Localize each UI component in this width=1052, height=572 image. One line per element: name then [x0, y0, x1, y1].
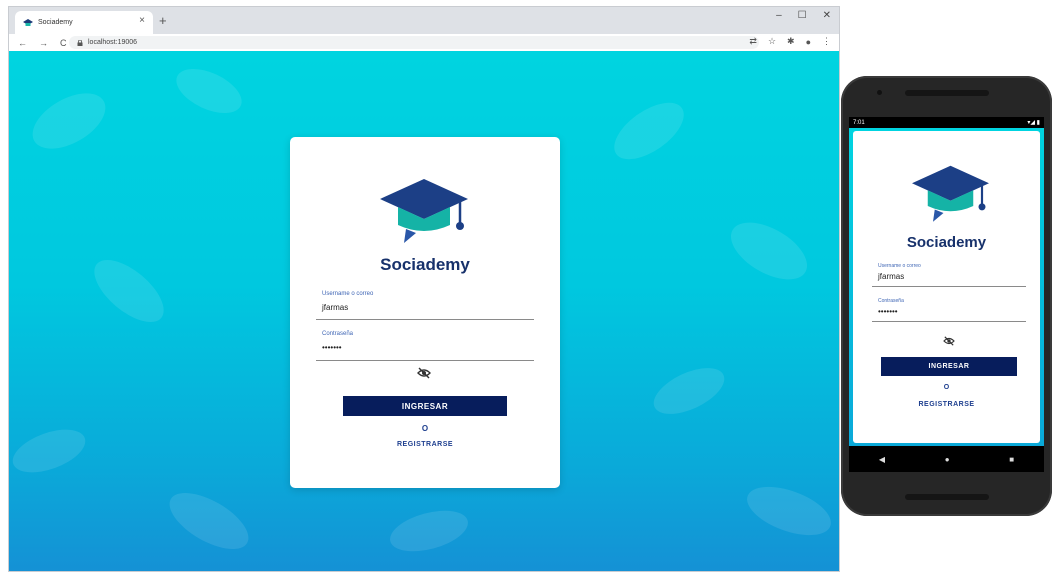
- menu-icon[interactable]: ⋮: [822, 36, 831, 47]
- top-speaker: [905, 90, 989, 96]
- phone-device: 7:01 ▾◢ ▮ Sociademy Username o correo jf…: [841, 76, 1052, 516]
- android-nav-bar: ◀ ● ■: [849, 446, 1044, 472]
- or-separator: O: [421, 424, 429, 433]
- eye-off-icon[interactable]: [417, 367, 431, 379]
- phone-app: Sociademy Username o correo jfarmas Cont…: [849, 128, 1044, 446]
- tab-close-icon[interactable]: ×: [139, 15, 145, 26]
- phone-password-label: Contraseña: [878, 298, 904, 304]
- eye-off-icon[interactable]: [943, 336, 955, 346]
- reload-icon[interactable]: C: [60, 38, 67, 48]
- nav-buttons: ← → C: [18, 38, 67, 48]
- phone-or-separator: O: [943, 384, 950, 391]
- phone-brand-title: Sociademy: [906, 234, 987, 251]
- graduation-cap-icon: [23, 18, 33, 26]
- phone-username-underline: [872, 286, 1026, 287]
- minimize-icon[interactable]: –: [776, 10, 782, 21]
- username-underline: [316, 319, 534, 320]
- password-input[interactable]: •••••••: [322, 343, 342, 352]
- url-text: localhost:19006: [88, 39, 138, 46]
- profile-icon[interactable]: ●: [806, 37, 811, 47]
- android-back-icon[interactable]: ◀: [879, 455, 885, 464]
- login-card: Sociademy Username o correo jfarmas Cont…: [290, 137, 560, 488]
- graduation-cap-logo-icon: [912, 165, 989, 222]
- bottom-speaker: [905, 494, 989, 500]
- address-bar[interactable]: localhost:19006: [69, 36, 759, 49]
- browser-tab[interactable]: Sociademy ×: [15, 11, 153, 34]
- graduation-cap-logo-icon: [380, 179, 468, 243]
- phone-username-label: Username o correo: [878, 263, 921, 269]
- brand-title: Sociademy: [380, 255, 470, 274]
- tab-title: Sociademy: [38, 19, 73, 26]
- lock-icon: [77, 39, 83, 46]
- star-icon[interactable]: ☆: [768, 36, 776, 47]
- register-link[interactable]: REGISTRARSE: [290, 441, 560, 448]
- login-button[interactable]: INGRESAR: [343, 396, 507, 416]
- extensions-icon[interactable]: ✱: [787, 36, 795, 47]
- page-viewport: Sociademy Username o correo jfarmas Cont…: [9, 51, 839, 571]
- android-recents-icon[interactable]: ■: [1009, 455, 1014, 464]
- phone-login-button[interactable]: INGRESAR: [881, 357, 1017, 376]
- browser-window: Sociademy × + – ☐ ✕ ← → C localhost:1900…: [8, 6, 840, 572]
- back-icon[interactable]: ←: [18, 38, 27, 48]
- maximize-icon[interactable]: ☐: [798, 10, 807, 21]
- window-controls: – ☐ ✕: [776, 10, 831, 21]
- status-time: 7:01: [853, 119, 865, 126]
- browser-tools: ⇄ ☆ ✱ ● ⋮: [749, 36, 831, 47]
- android-home-icon[interactable]: ●: [945, 455, 950, 464]
- phone-register-link[interactable]: REGISTRARSE: [853, 401, 1040, 408]
- camera-icon: [877, 90, 882, 95]
- close-window-icon[interactable]: ✕: [823, 10, 831, 21]
- phone-username-input[interactable]: jfarmas: [878, 272, 904, 281]
- new-tab-icon[interactable]: +: [159, 13, 167, 28]
- forward-icon[interactable]: →: [39, 38, 48, 48]
- username-input[interactable]: jfarmas: [322, 303, 348, 312]
- status-bar: 7:01 ▾◢ ▮: [849, 117, 1044, 128]
- phone-password-input[interactable]: •••••••: [878, 307, 898, 316]
- tab-bar: Sociademy × + – ☐ ✕: [9, 7, 839, 34]
- phone-screen: 7:01 ▾◢ ▮ Sociademy Username o correo jf…: [849, 117, 1044, 472]
- password-label: Contraseña: [322, 331, 354, 337]
- phone-login-card: Sociademy Username o correo jfarmas Cont…: [853, 131, 1040, 443]
- password-underline: [316, 360, 534, 361]
- phone-password-underline: [872, 321, 1026, 322]
- browser-toolbar: ← → C localhost:19006 ⇄ ☆ ✱ ● ⋮: [9, 34, 839, 52]
- username-label: Username o correo: [322, 291, 374, 297]
- status-icons: ▾◢ ▮: [1027, 120, 1040, 126]
- translate-icon[interactable]: ⇄: [749, 36, 757, 47]
